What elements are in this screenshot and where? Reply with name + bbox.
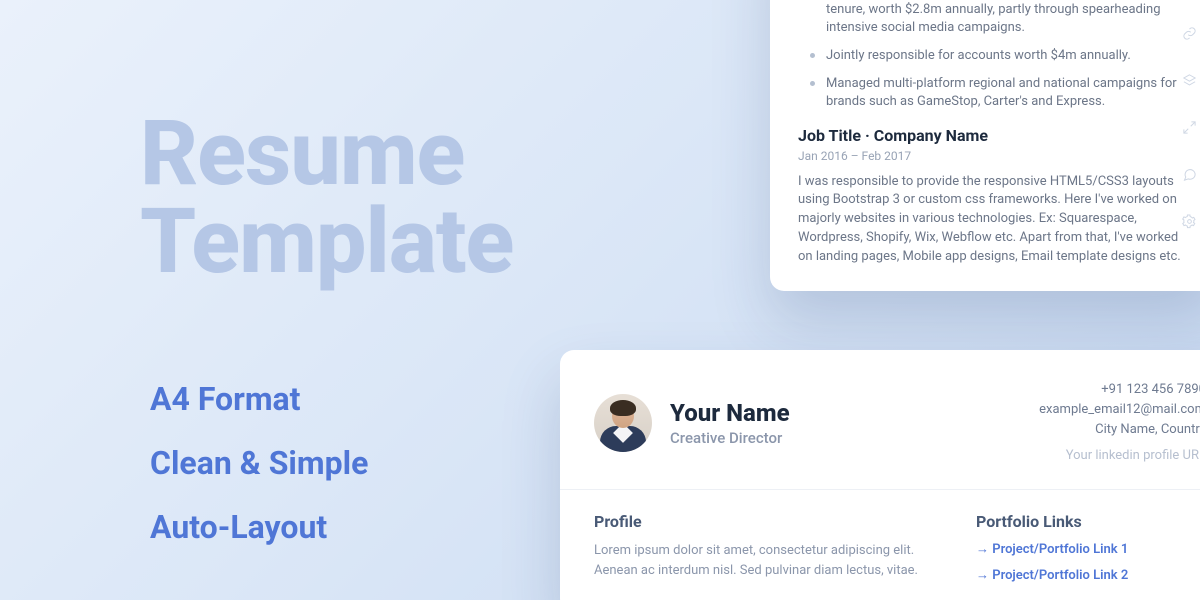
experience-bullet: Helped the creative director secure 35 n… (814, 0, 1192, 37)
chat-icon (1182, 167, 1200, 186)
job-heading: Job Title · Company Name (798, 126, 1192, 145)
hero-title: Resume Template (140, 110, 513, 286)
portfolio-link[interactable]: Project/Portfolio Link 1 (976, 541, 1200, 557)
feature-list: A4 Format Clean & Simple Auto-Layout (150, 380, 368, 546)
resume-role: Creative Director (670, 429, 1021, 447)
layers-icon (1182, 73, 1200, 92)
link-icon (1182, 26, 1200, 45)
resume-header: Your Name Creative Director +91 123 456 … (560, 350, 1200, 490)
hero-title-line-1: Resume (140, 110, 513, 198)
portfolio-heading: Portfolio Links (976, 512, 1200, 531)
contact-phone: +91 123 456 7890 (1039, 380, 1200, 400)
side-toolbar (1182, 26, 1200, 233)
profile-text: Lorem ipsum dolor sit amet, consectetur … (594, 541, 936, 581)
resume-preview-bottom: Your Name Creative Director +91 123 456 … (560, 350, 1200, 600)
contact-linkedin: Your linkedin profile URL (1039, 446, 1200, 466)
job-description: I was responsible to provide the respons… (798, 173, 1192, 267)
profile-heading: Profile (594, 512, 936, 531)
contact-location: City Name, Country (1039, 420, 1200, 440)
feature-item: A4 Format (150, 380, 368, 418)
expand-icon (1182, 120, 1200, 139)
resume-preview-top: Alongside the creative director, managed… (770, 0, 1200, 291)
settings-icon (1182, 214, 1200, 233)
experience-bullet-list: Helped the creative director secure 35 n… (798, 0, 1192, 112)
contact-block: +91 123 456 7890 example_email12@mail.co… (1039, 380, 1200, 467)
experience-bullet: Managed multi-platform regional and nati… (814, 75, 1192, 111)
feature-item: Clean & Simple (150, 444, 368, 482)
contact-email: example_email12@mail.com (1039, 400, 1200, 420)
experience-bullet: Jointly responsible for accounts worth $… (814, 47, 1192, 65)
portfolio-link[interactable]: Project/Portfolio Link 2 (976, 567, 1200, 583)
portfolio-section: Portfolio Links Project/Portfolio Link 1… (976, 512, 1200, 583)
job-dates: Jan 2016 – Feb 2017 (798, 149, 1192, 163)
resume-name: Your Name (670, 399, 1021, 427)
feature-item: Auto-Layout (150, 508, 368, 546)
avatar (594, 394, 652, 452)
hero-title-line-2: Template (140, 198, 513, 286)
profile-section: Profile Lorem ipsum dolor sit amet, cons… (594, 512, 936, 583)
